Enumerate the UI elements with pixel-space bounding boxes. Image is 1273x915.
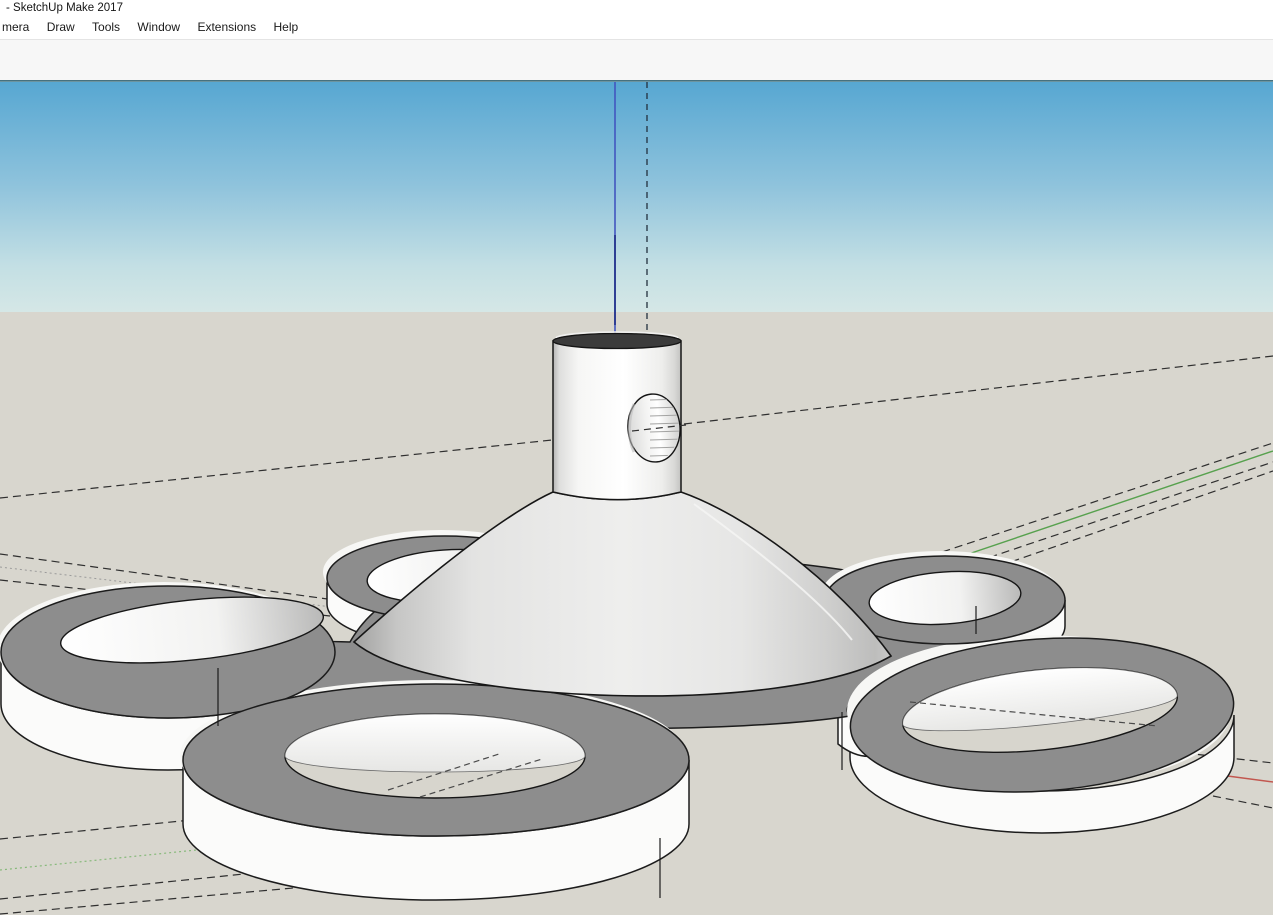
window-title: - SketchUp Make 2017 [6,2,123,14]
menu-item-camera-partial[interactable]: mera [0,17,36,37]
menu-item-window[interactable]: Window [130,17,187,37]
sketchup-window: - SketchUp Make 2017 mera Draw Tools Win… [0,0,1273,915]
cylinder-hub [552,331,682,501]
toolbar: A1 [0,40,1273,115]
model-canvas [0,82,1273,915]
menu-item-draw[interactable]: Draw [40,17,82,37]
sky [0,82,1273,312]
ring-hole-front [284,713,586,799]
title-bar: - SketchUp Make 2017 [0,0,1273,17]
menu-item-extensions[interactable]: Extensions [190,17,263,37]
menu-item-help[interactable]: Help [266,17,305,37]
menu-item-tools[interactable]: Tools [85,17,127,37]
modeling-viewport[interactable] [0,82,1273,915]
menu-bar: mera Draw Tools Window Extensions Help [0,17,1273,40]
cylinder-top-face [552,332,682,350]
